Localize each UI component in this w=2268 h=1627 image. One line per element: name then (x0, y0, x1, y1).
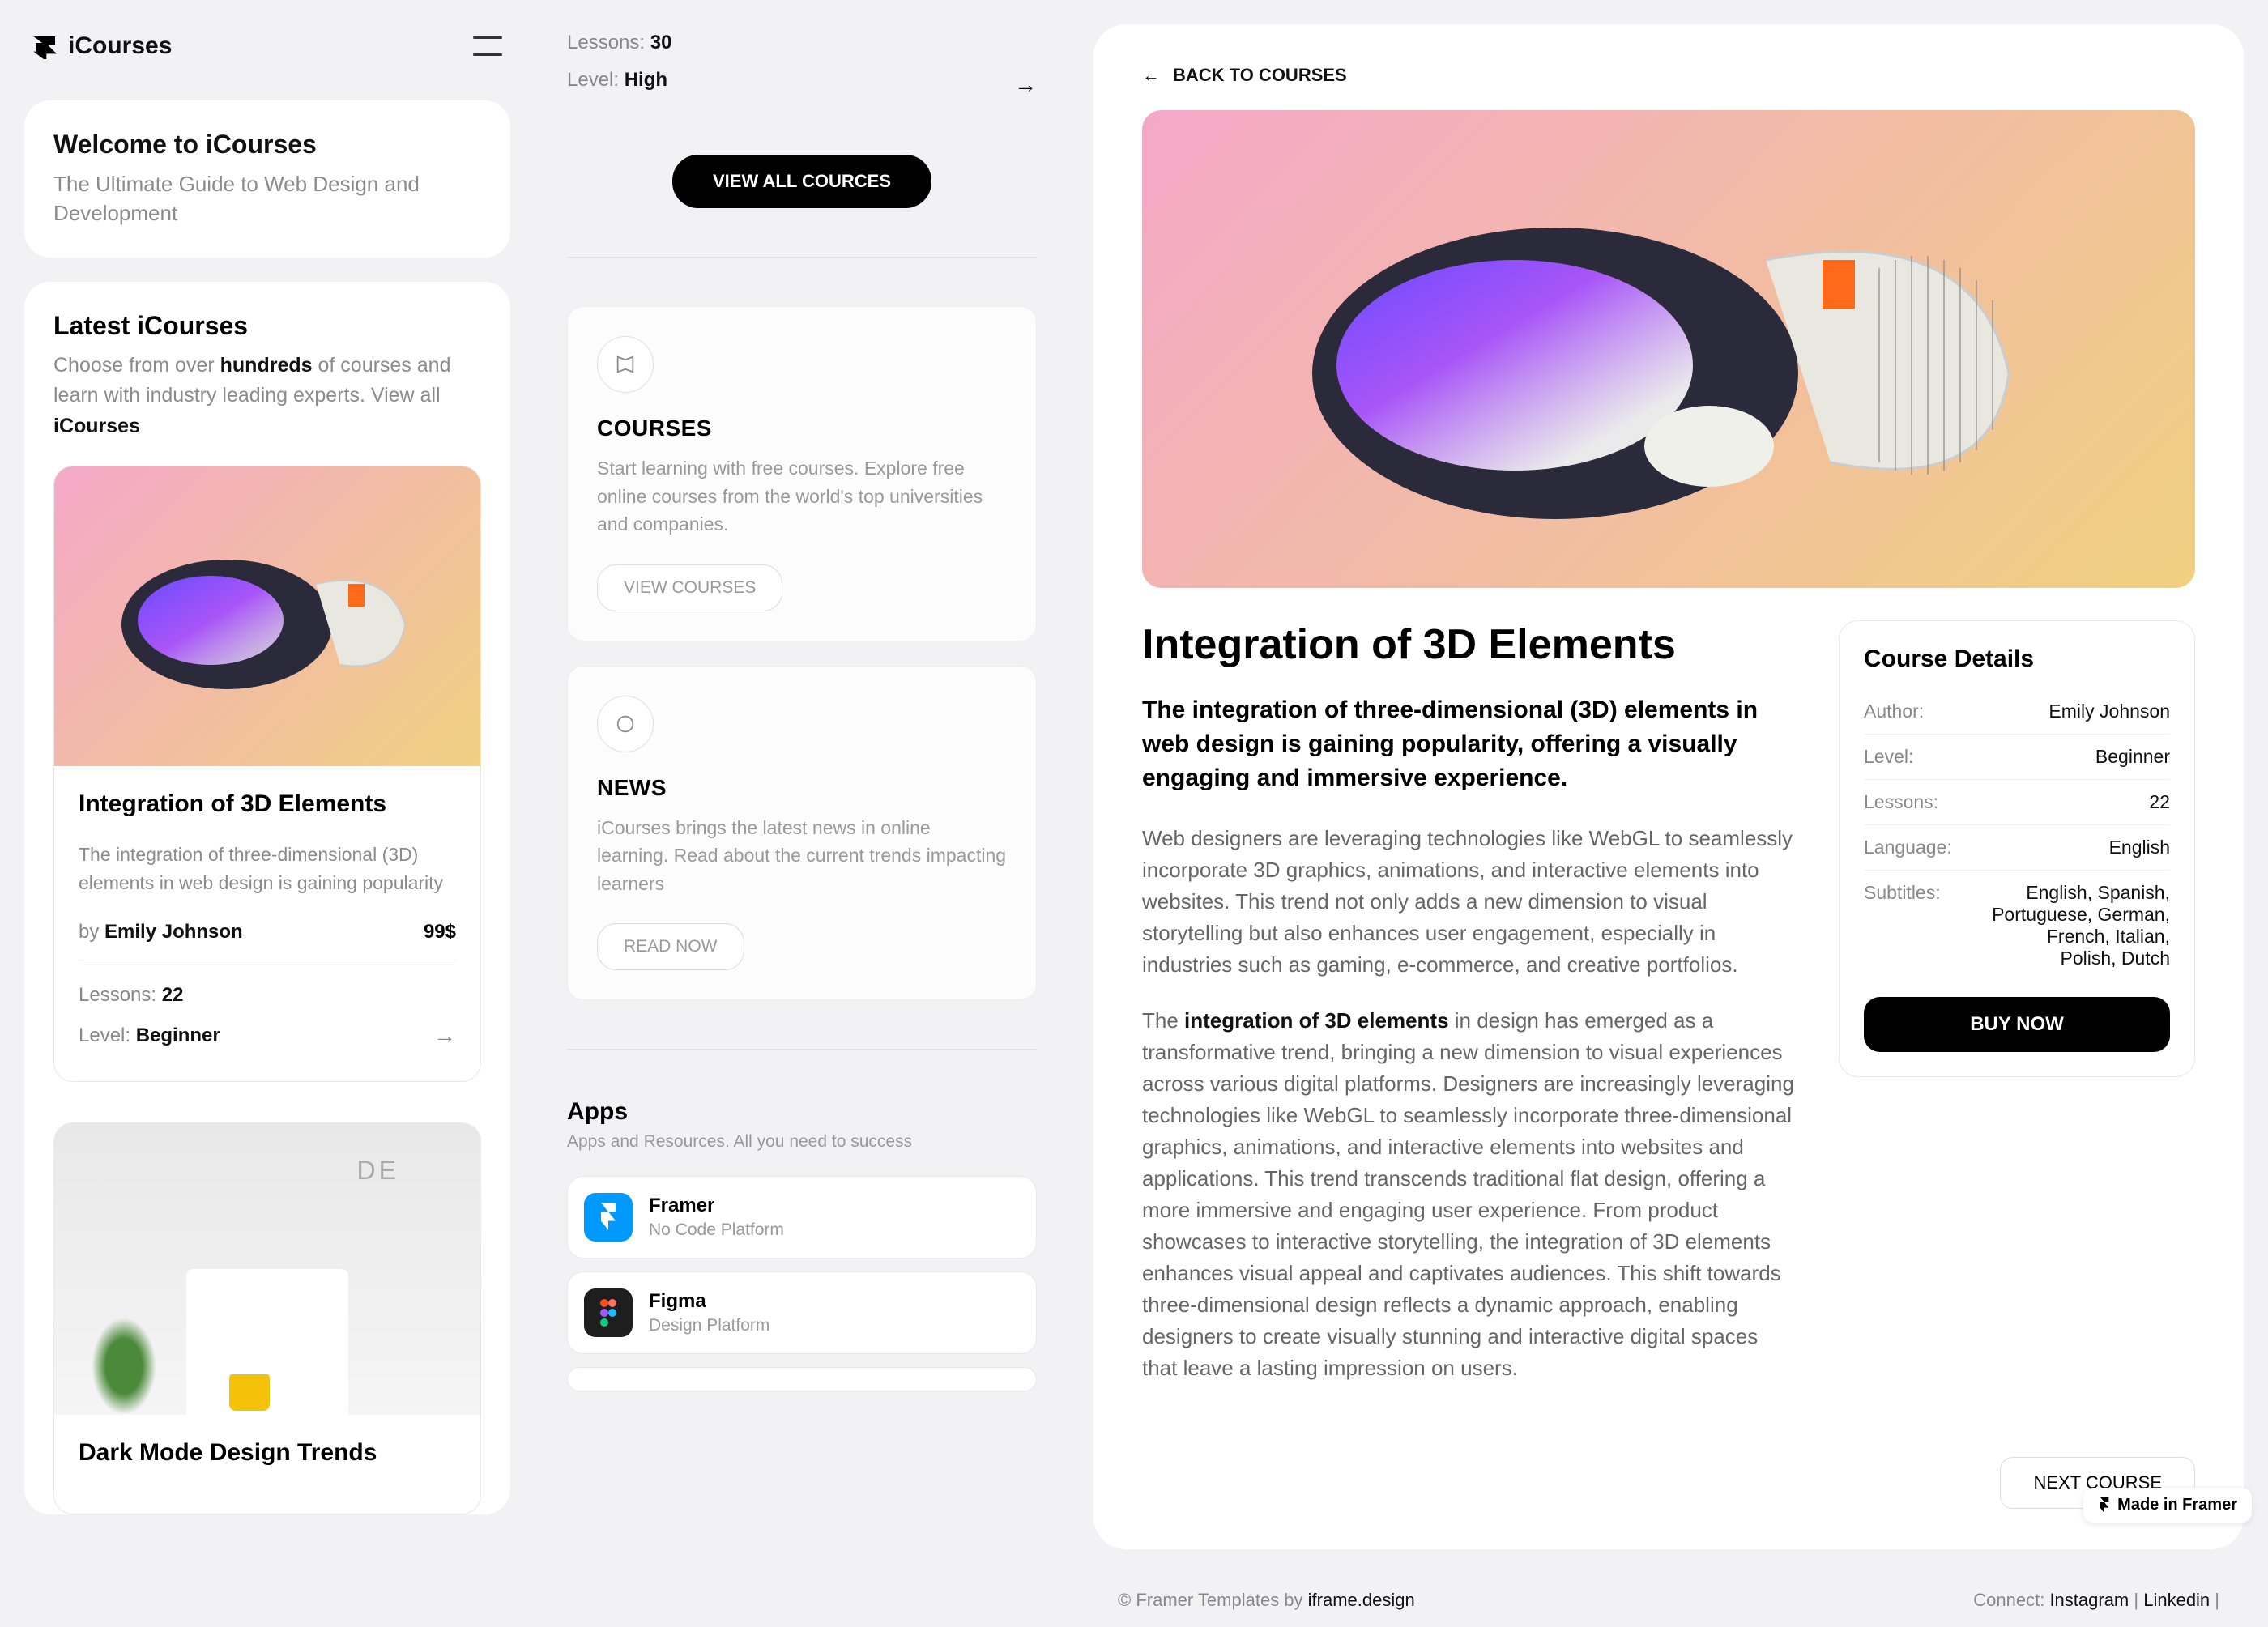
footer-instagram[interactable]: Instagram (2049, 1590, 2129, 1610)
logo-icon (32, 33, 58, 59)
promo-desc: iCourses brings the latest news in onlin… (597, 814, 1007, 898)
details-title: Course Details (1864, 645, 2170, 673)
app-item-more[interactable] (567, 1367, 1037, 1391)
logo-text: iCourses (68, 32, 172, 60)
detail-lessons: Lessons: 22 (1864, 780, 2170, 825)
app-tag: Design Platform (649, 1316, 770, 1335)
course-level: Level: Beginner (79, 1017, 220, 1054)
welcome-subtitle: The Ultimate Guide to Web Design and Dev… (53, 169, 481, 228)
course-lessons: Lessons: 22 (79, 977, 456, 1014)
framer-icon (2098, 1497, 2111, 1514)
course-details-panel: Course Details Author: Emily Johnson Lev… (1839, 620, 2195, 1077)
welcome-card: Welcome to iCourses The Ultimate Guide t… (24, 100, 510, 258)
view-all-button[interactable]: VIEW ALL COURCES (672, 155, 932, 208)
course-card-2[interactable]: DE Dark Mode Design Trends (53, 1122, 481, 1514)
detail-paragraph-2: The integration of 3D elements in design… (1142, 1005, 1798, 1384)
hero-image (1142, 110, 2195, 588)
apps-section: Apps Apps and Resources. All you need to… (567, 1098, 1037, 1391)
buy-button[interactable]: BUY NOW (1864, 997, 2170, 1052)
promo-news: NEWS iCourses brings the latest news in … (567, 666, 1037, 1001)
read-now-button[interactable]: READ NOW (597, 923, 744, 970)
apps-subtitle: Apps and Resources. All you need to succ… (567, 1132, 1037, 1152)
vr-headset-icon (113, 527, 421, 705)
course-image: DE (54, 1123, 480, 1415)
circle-icon (597, 696, 654, 752)
promo-title: COURSES (597, 415, 1007, 441)
course-card-1[interactable]: Integration of 3D Elements The integrati… (53, 466, 481, 1082)
footer-right: Connect: Instagram | Linkedin | (1973, 1590, 2219, 1611)
course-description: The integration of three-dimensional (3D… (79, 841, 456, 897)
detail-subtitles: Subtitles: English, Spanish, Portuguese,… (1864, 871, 2170, 981)
framer-badge[interactable]: Made in Framer (2083, 1488, 2252, 1523)
detail-level: Level: Beginner (1864, 735, 2170, 780)
course-title: Dark Mode Design Trends (79, 1439, 456, 1467)
course-price: 99$ (424, 921, 456, 943)
app-item-framer[interactable]: Framer No Code Platform (567, 1176, 1037, 1259)
logo[interactable]: iCourses (32, 32, 172, 60)
header-row: iCourses (24, 24, 510, 68)
app-item-figma[interactable]: Figma Design Platform (567, 1271, 1037, 1354)
view-courses-button[interactable]: VIEW COURSES (597, 564, 782, 611)
detail-lead: The integration of three-dimensional (3D… (1142, 693, 1798, 795)
back-link[interactable]: ← BACK TO COURSES (1142, 65, 2195, 86)
promo-courses: COURSES Start learning with free courses… (567, 306, 1037, 641)
book-icon (597, 336, 654, 393)
app-name: Framer (649, 1195, 784, 1217)
divider (567, 257, 1037, 258)
welcome-title: Welcome to iCourses (53, 130, 481, 160)
promo-desc: Start learning with free courses. Explor… (597, 454, 1007, 539)
vr-headset-icon (1264, 155, 2074, 543)
arrow-left-icon: ← (1142, 65, 1160, 86)
course-image (54, 466, 480, 766)
apps-title: Apps (567, 1098, 1037, 1126)
figma-icon (584, 1288, 633, 1337)
footer-linkedin[interactable]: Linkedin (2143, 1590, 2210, 1610)
menu-icon[interactable] (473, 36, 502, 56)
course-title: Integration of 3D Elements (79, 790, 456, 818)
detail-language: Language: English (1864, 825, 2170, 871)
app-name: Figma (649, 1290, 770, 1313)
footer-left: © Framer Templates by iframe.design (1118, 1590, 1415, 1611)
lessons-count: Lessons: 30 (567, 24, 671, 62)
detail-author: Author: Emily Johnson (1864, 689, 2170, 735)
course-detail: ← BACK TO COURSES Integrati (1094, 24, 2244, 1549)
latest-title: Latest iCourses (53, 311, 481, 341)
latest-card: Latest iCourses Choose from over hundred… (24, 282, 510, 1514)
detail-paragraph-1: Web designers are leveraging technologie… (1142, 823, 1798, 981)
framer-icon (584, 1193, 633, 1242)
footer: © Framer Templates by iframe.design Conn… (1094, 1574, 2244, 1627)
app-tag: No Code Platform (649, 1220, 784, 1240)
course-author: by Emily Johnson (79, 921, 243, 943)
arrow-right-icon[interactable]: → (433, 1014, 456, 1057)
arrow-right-icon[interactable]: → (1014, 72, 1037, 98)
latest-subtitle: Choose from over hundreds of courses and… (53, 351, 481, 442)
divider (567, 1049, 1037, 1050)
promo-title: NEWS (597, 775, 1007, 801)
detail-title: Integration of 3D Elements (1142, 620, 1798, 669)
level-value: Level: High (567, 62, 671, 99)
footer-link[interactable]: iframe.design (1308, 1590, 1415, 1610)
lessons-summary: Lessons: 30 Level: High → (567, 24, 1037, 122)
